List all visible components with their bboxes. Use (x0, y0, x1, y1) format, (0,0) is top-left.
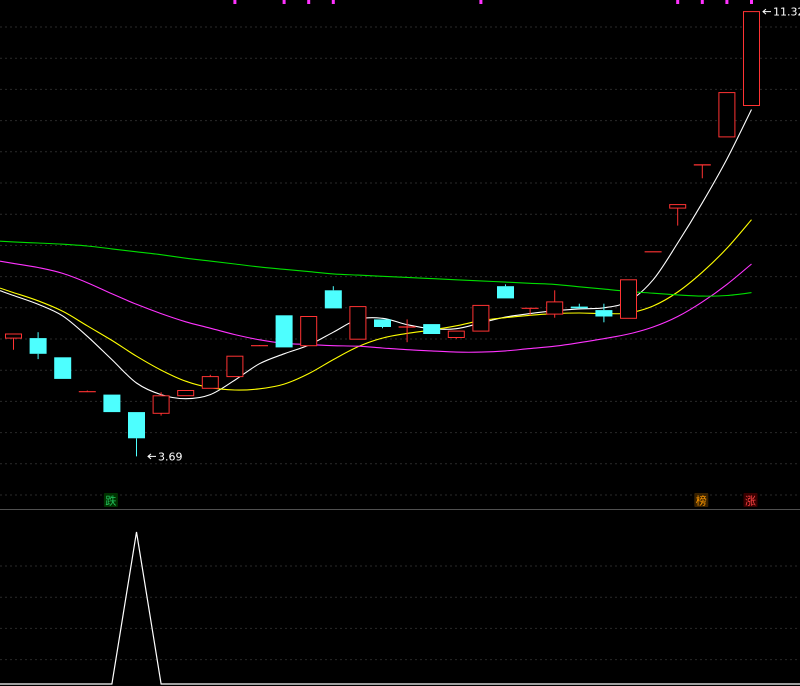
candle-body (300, 316, 318, 347)
badge-label: 跌 (105, 494, 116, 508)
candle (497, 284, 514, 299)
top-tick-marker (479, 0, 483, 4)
candle (349, 306, 367, 340)
badge-label: 榜 (696, 494, 707, 508)
candle-body (374, 319, 391, 327)
candle-body (546, 301, 564, 315)
candle-body (620, 279, 637, 319)
candle (152, 392, 170, 416)
candle (201, 374, 219, 389)
candle (447, 330, 465, 339)
top-tick-marker (700, 0, 704, 4)
candle-body (29, 338, 47, 354)
candle (177, 390, 195, 397)
candle (251, 345, 268, 347)
candle-body (128, 412, 145, 439)
candle-body (497, 286, 514, 299)
candle (54, 357, 72, 379)
top-tick-marker (331, 0, 335, 4)
candle-body (423, 324, 441, 334)
annotation-label: 11.32 (773, 6, 800, 19)
candle (472, 304, 490, 332)
candle-body (152, 395, 170, 414)
top-tick-marker (307, 0, 311, 4)
candle-body (275, 315, 293, 348)
top-tick-marker (282, 0, 286, 4)
candle (620, 279, 637, 319)
candle-body (5, 333, 22, 339)
annotation-label: 3.69 (158, 450, 183, 463)
top-tick-marker (750, 0, 753, 4)
candle (103, 394, 121, 413)
candle (275, 315, 293, 348)
candle-body (54, 357, 72, 379)
top-tick-marker (233, 0, 237, 4)
candle (300, 316, 318, 347)
candle-body (447, 330, 465, 339)
candle-body (669, 204, 687, 209)
candle (743, 11, 760, 107)
stock-chart[interactable]: 3.69 11.32 跌 榜 涨 (0, 0, 800, 686)
candle (718, 92, 736, 138)
candle-body (103, 394, 121, 413)
candle (226, 355, 244, 378)
candle-body (743, 11, 760, 107)
signal-badge: 榜 (694, 493, 709, 508)
candle-body (718, 92, 736, 138)
candle-body (349, 306, 367, 340)
candle-body (324, 290, 342, 309)
chart-background (0, 0, 800, 686)
candle-body (570, 306, 588, 309)
candle-body (472, 304, 490, 332)
candle-body (177, 390, 195, 397)
signal-badge: 跌 (103, 493, 118, 508)
candle (423, 324, 441, 334)
badge-label: 涨 (745, 495, 756, 508)
candle-body (226, 355, 244, 378)
top-tick-marker (676, 0, 680, 4)
candle (374, 319, 391, 329)
signal-badge: 涨 (743, 493, 758, 508)
candle-body (595, 310, 613, 317)
candle-body (201, 376, 219, 389)
top-tick-marker (725, 0, 729, 4)
